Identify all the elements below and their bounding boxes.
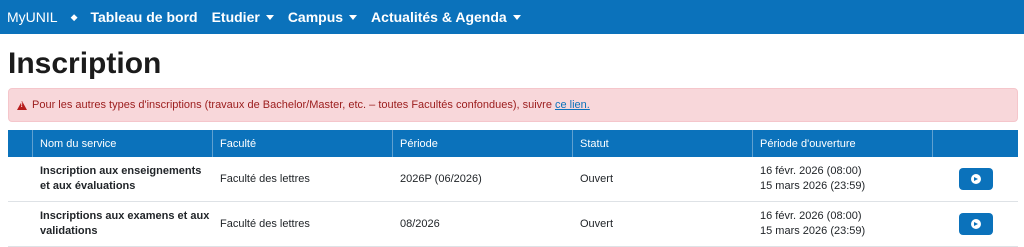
caret-down-icon — [349, 14, 358, 20]
arrow-circle-right-icon — [970, 219, 981, 229]
header-status: Statut — [573, 130, 753, 157]
table-header: Nom du service Faculté Période Statut Pé… — [8, 130, 1018, 157]
opening-period: 16 févr. 2026 (08:00) 15 mars 2026 (23:59… — [753, 157, 933, 201]
alert-link[interactable]: ce lien. — [555, 99, 590, 111]
alert-text: Pour les autres types d'inscriptions (tr… — [32, 99, 552, 111]
opening-period: 16 févr. 2026 (08:00) 15 mars 2026 (23:59… — [753, 202, 933, 246]
warning-triangle-icon — [17, 100, 27, 110]
nav-etudier[interactable]: Etudier — [212, 9, 274, 25]
nav-label: Tableau de bord — [90, 9, 198, 25]
nav-tableau-de-bord[interactable]: Tableau de bord — [90, 9, 197, 25]
service-line: et aux évaluations — [40, 180, 136, 192]
status: Ouvert — [580, 218, 614, 230]
table-row: Inscription aux enseignements et aux éval… — [8, 157, 1018, 202]
caret-down-icon — [265, 14, 274, 20]
open-service-button[interactable] — [958, 213, 993, 235]
header-faculty: Faculté — [213, 130, 393, 157]
service-line: Inscription aux enseignements — [40, 165, 202, 177]
nav-label: Campus — [287, 9, 344, 25]
service-line: Inscriptions aux examens et aux — [40, 210, 210, 222]
row-spacer — [8, 157, 33, 201]
actions-cell — [933, 202, 1018, 246]
nav-campus[interactable]: Campus — [287, 9, 358, 25]
period: 2026P (06/2026) — [400, 173, 482, 185]
services-table: Nom du service Faculté Période Statut Pé… — [8, 130, 1018, 247]
open-to: 15 mars 2026 (23:59) — [760, 180, 866, 192]
service-name: Inscriptions aux examens et aux validatio… — [33, 202, 213, 246]
header-actions — [933, 130, 1018, 157]
row-spacer — [8, 202, 33, 246]
page-title: Inscription — [8, 47, 162, 80]
table-row: Inscriptions aux examens et aux validatio… — [8, 202, 1018, 247]
nav-label: Etudier — [211, 9, 260, 25]
faculty: Faculté des lettres — [220, 173, 310, 185]
service-line: validations — [40, 225, 98, 237]
period: 08/2026 — [400, 218, 440, 230]
info-alert: Pour les autres types d'inscriptions (tr… — [8, 88, 1018, 122]
open-service-button[interactable] — [958, 168, 993, 190]
open-from: 16 févr. 2026 (08:00) — [760, 210, 862, 222]
header-period: Période — [393, 130, 573, 157]
nav-label: Actualités & Agenda — [371, 9, 507, 25]
brand-logo[interactable]: MyUNIL — [7, 9, 58, 25]
header-service: Nom du service — [33, 130, 213, 157]
arrow-circle-right-icon — [970, 174, 981, 184]
actions-cell — [933, 157, 1018, 201]
open-to: 15 mars 2026 (23:59) — [760, 225, 866, 237]
header-opening-period: Période d'ouverture — [753, 130, 933, 157]
open-from: 16 févr. 2026 (08:00) — [760, 165, 862, 177]
faculty: Faculté des lettres — [220, 218, 310, 230]
top-navbar: MyUNIL ◆ Tableau de bord Etudier Campus … — [0, 0, 1024, 34]
header-spacer — [8, 130, 33, 157]
caret-down-icon — [512, 14, 521, 20]
status: Ouvert — [580, 173, 614, 185]
nav-actualites-agenda[interactable]: Actualités & Agenda — [371, 9, 521, 25]
service-name: Inscription aux enseignements et aux éval… — [33, 157, 213, 201]
brand-separator: ◆ — [70, 11, 78, 22]
